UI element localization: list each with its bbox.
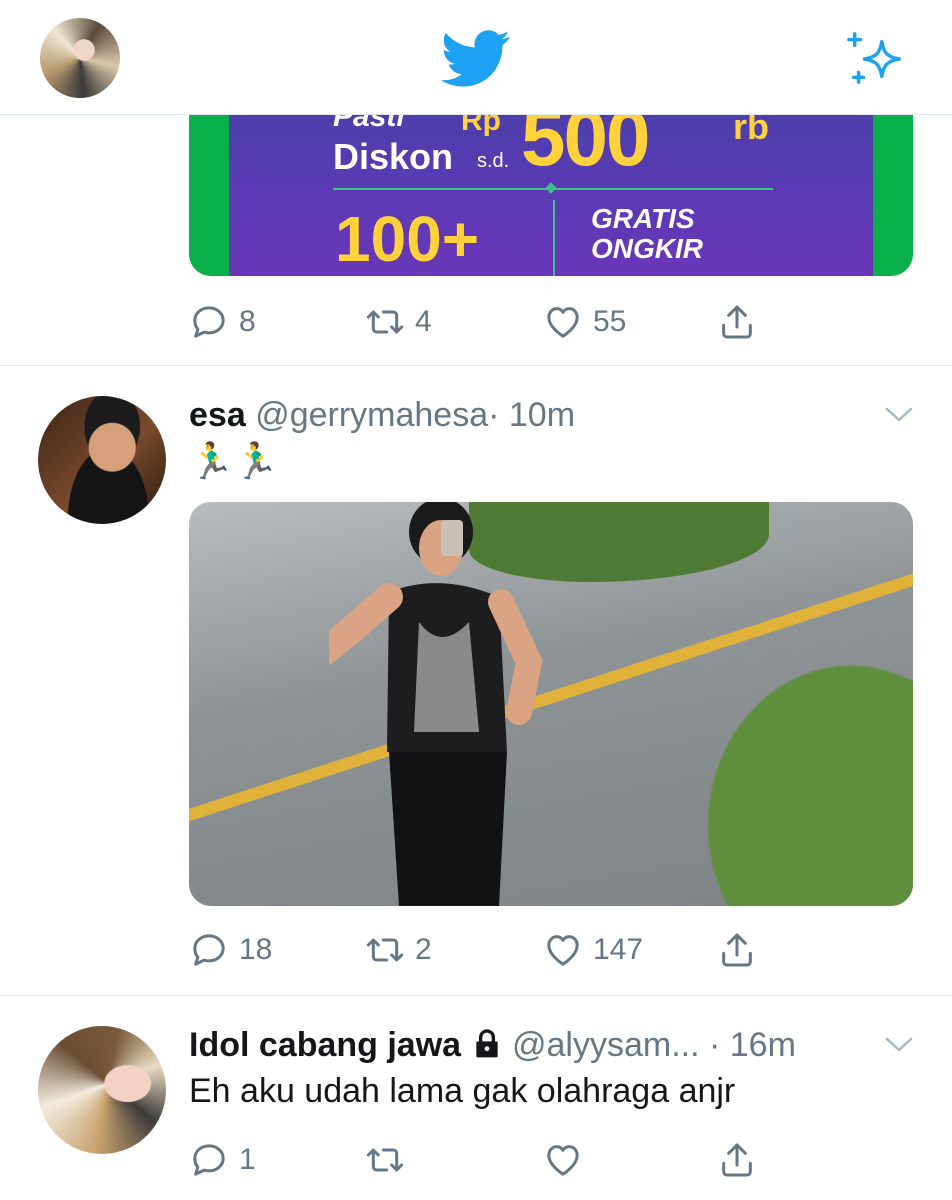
profile-avatar-button[interactable] [40, 18, 120, 98]
promo-vertical-divider [553, 200, 555, 276]
user-handle[interactable]: @alyysam... [512, 1026, 700, 1064]
share-icon [722, 1143, 752, 1177]
tweet-divider [0, 995, 952, 996]
retweet-icon [366, 938, 404, 962]
promo-image[interactable]: Pasti Rp 500 rb Diskon s.d. 100+ GRATIS … [189, 100, 913, 276]
retweet-button[interactable] [365, 1130, 415, 1190]
reply-icon [193, 306, 225, 338]
heart-icon [547, 307, 579, 338]
promo-divider-dot [545, 182, 557, 194]
reply-button[interactable]: 18 [189, 920, 272, 980]
reply-count: 1 [239, 1143, 256, 1176]
retweet-icon [366, 1148, 404, 1172]
tweet-actions: 1 [189, 1130, 789, 1190]
share-button[interactable] [717, 1130, 757, 1190]
retweet-button[interactable]: 4 [365, 292, 432, 352]
reply-button[interactable]: 8 [189, 292, 256, 352]
retweet-count: 4 [415, 305, 432, 338]
share-icon [722, 933, 752, 967]
photo-person [329, 502, 543, 906]
tweet-time: · 10m [488, 396, 576, 434]
display-name[interactable]: esa [189, 396, 246, 434]
tweet-time: · 16m [709, 1026, 796, 1064]
chevron-down-icon[interactable] [884, 404, 914, 424]
sparkle-icon[interactable] [845, 30, 907, 88]
tweet-divider [0, 365, 952, 366]
promo-ongkir: ONGKIR [591, 233, 703, 264]
promo-free-shipping: GRATIS ONGKIR [591, 204, 703, 264]
tweet-text: 🏃‍♂️🏃‍♂️ [189, 440, 279, 481]
heart-icon [547, 1145, 579, 1176]
share-button[interactable] [717, 292, 757, 352]
tweet-text: Eh aku udah lama gak olahraga anjr [189, 1072, 736, 1110]
reply-count: 8 [239, 305, 256, 338]
reply-icon [193, 1144, 225, 1176]
tweet-actions: 18 2 147 [189, 920, 789, 980]
tweet-header: Idol cabang jawa @alyysam... · 16m [189, 1026, 796, 1065]
promo-sd: s.d. [477, 150, 510, 172]
reply-count: 18 [239, 933, 273, 966]
lock-icon [475, 1029, 498, 1058]
share-icon [722, 305, 752, 339]
avatar[interactable] [38, 1026, 166, 1154]
user-handle[interactable]: @gerrymahesa [255, 396, 488, 434]
reply-icon [193, 934, 225, 966]
heart-icon [547, 935, 579, 966]
top-header [0, 0, 952, 115]
retweet-count: 2 [415, 933, 432, 966]
like-button[interactable] [543, 1130, 593, 1190]
retweet-button[interactable]: 2 [365, 920, 432, 980]
photo-bushes [669, 622, 913, 906]
promo-gratis: GRATIS [591, 203, 695, 234]
like-button[interactable]: 147 [543, 920, 643, 980]
tweet-photo[interactable] [189, 502, 913, 906]
like-button[interactable]: 55 [543, 292, 626, 352]
display-name[interactable]: Idol cabang jawa [189, 1026, 461, 1064]
tweet-header: esa @gerrymahesa· 10m [189, 396, 575, 435]
promo-count: 100+ [335, 203, 480, 275]
avatar[interactable] [38, 396, 166, 524]
retweet-icon [366, 310, 404, 334]
reply-button[interactable]: 1 [189, 1130, 256, 1190]
tweet-actions: 8 4 55 [189, 292, 789, 352]
like-count: 147 [593, 933, 644, 966]
chevron-down-icon[interactable] [884, 1034, 914, 1054]
like-count: 55 [593, 305, 627, 338]
twitter-bird-icon [441, 30, 510, 87]
share-button[interactable] [717, 920, 757, 980]
promo-line2: Diskon [333, 136, 454, 177]
